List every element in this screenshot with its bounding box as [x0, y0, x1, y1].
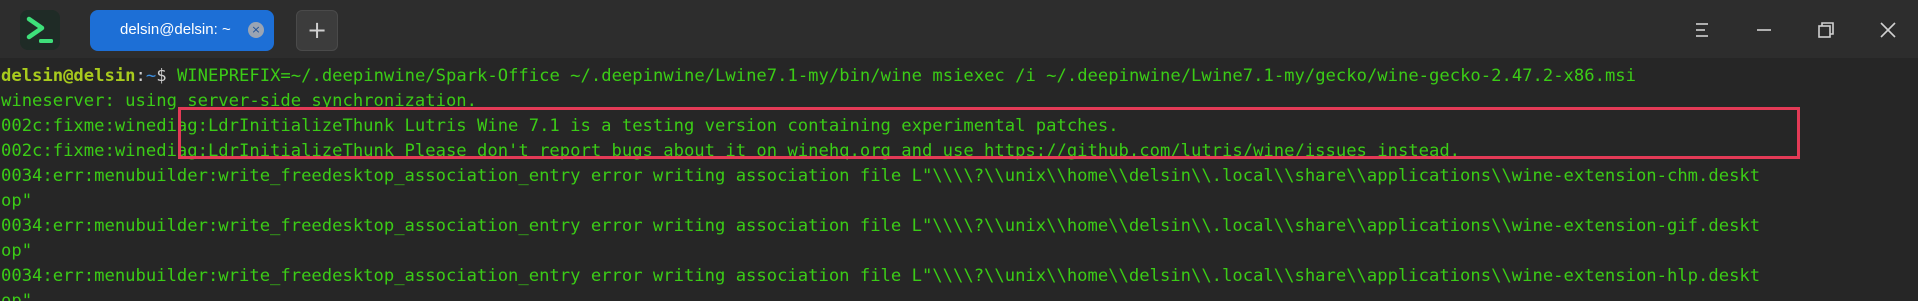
minimize-icon[interactable] [1748, 14, 1780, 46]
output-line: 002c:fixme:winediag:LdrInitializeThunk P… [1, 141, 1461, 161]
restore-icon[interactable] [1810, 14, 1842, 46]
output-line: op" [1, 291, 33, 301]
output-line: 002c:fixme:winediag:LdrInitializeThunk L… [1, 116, 1119, 136]
output-line: op" [1, 191, 33, 211]
terminal-logo-icon [20, 10, 60, 50]
prompt-user-host: delsin@delsin [1, 66, 136, 86]
terminal-window: delsin@delsin: ~ × + delsin@delsin:~$ WI… [0, 0, 1918, 301]
output-line: 0034:err:menubuilder:write_freedesktop_a… [1, 266, 1761, 286]
prompt-colon: : [135, 66, 146, 86]
terminal-output[interactable]: delsin@delsin:~$ WINEPREFIX=~/.deepinwin… [0, 58, 1918, 301]
title-bar: delsin@delsin: ~ × + [0, 0, 1918, 58]
output-line: wineserver: using server-side synchroniz… [1, 91, 477, 111]
prompt-symbol: $ [156, 66, 167, 86]
tab-label: delsin@delsin: ~ [120, 21, 231, 38]
prompt-line: delsin@delsin:~$ WINEPREFIX=~/.deepinwin… [1, 64, 1636, 89]
command-text: WINEPREFIX=~/.deepinwine/Spark-Office ~/… [166, 66, 1636, 86]
close-icon[interactable]: × [248, 22, 264, 38]
menu-icon[interactable] [1686, 14, 1718, 46]
new-tab-button[interactable]: + [296, 10, 338, 51]
output-line: op" [1, 241, 33, 261]
tab-terminal[interactable]: delsin@delsin: ~ × [90, 10, 274, 51]
output-line: 0034:err:menubuilder:write_freedesktop_a… [1, 216, 1761, 236]
close-icon[interactable] [1872, 14, 1904, 46]
prompt-path: ~ [145, 66, 157, 86]
output-line: 0034:err:menubuilder:write_freedesktop_a… [1, 166, 1761, 186]
